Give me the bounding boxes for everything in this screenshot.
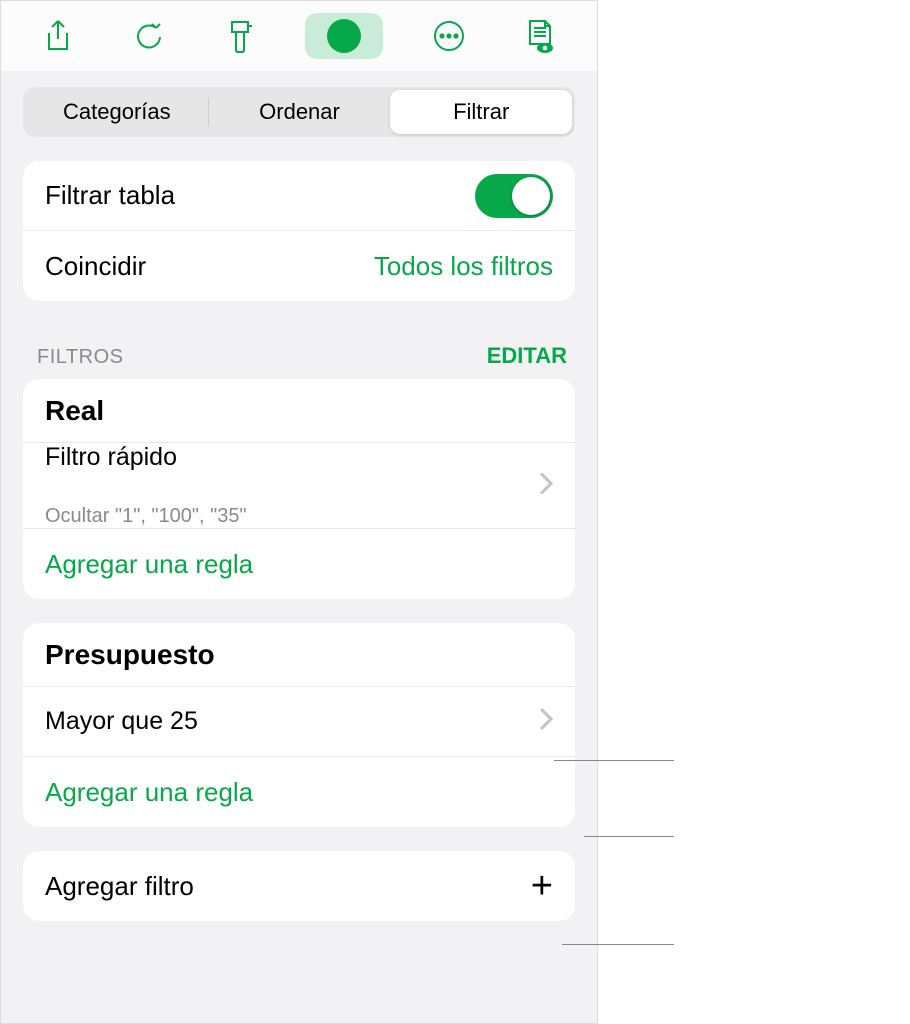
add-filter-row[interactable]: Agregar filtro + [23, 851, 575, 921]
brush-icon[interactable] [215, 11, 265, 61]
filter-table-toggle[interactable] [475, 174, 553, 218]
filter-group-real: Real Filtro rápido Ocultar "1", "100", "… [23, 379, 575, 599]
filters-section-header: FILTROS EDITAR [37, 343, 567, 369]
match-row[interactable]: Coincidir Todos los filtros [23, 231, 575, 301]
add-rule-real[interactable]: Agregar una regla [23, 529, 575, 599]
add-filter-card: Agregar filtro + [23, 851, 575, 921]
annotation-area [598, 0, 910, 1024]
rule-row[interactable]: Mayor que 25 [23, 687, 575, 757]
more-icon[interactable] [424, 11, 474, 61]
organize-icon[interactable] [305, 13, 383, 59]
chevron-right-icon [539, 707, 553, 736]
quick-filter-label: Filtro rápido [45, 443, 177, 503]
add-rule-label: Agregar una regla [45, 549, 253, 580]
add-filter-label: Agregar filtro [45, 871, 531, 902]
match-value: Todos los filtros [374, 251, 553, 282]
group-header-presupuesto: Presupuesto [23, 623, 575, 687]
tab-categories[interactable]: Categorías [26, 90, 208, 134]
add-rule-presupuesto[interactable]: Agregar una regla [23, 757, 575, 827]
filter-panel: Categorías Ordenar Filtrar Filtrar tabla… [0, 0, 598, 1024]
filter-group-presupuesto: Presupuesto Mayor que 25 Agregar una reg… [23, 623, 575, 827]
group-title: Presupuesto [45, 639, 553, 671]
quick-filter-detail: Ocultar "1", "100", "35" [45, 505, 247, 528]
document-view-icon[interactable] [515, 11, 565, 61]
filter-table-label: Filtrar tabla [45, 180, 475, 211]
group-title: Real [45, 395, 553, 427]
add-rule-label: Agregar una regla [45, 777, 253, 808]
share-icon[interactable] [33, 11, 83, 61]
quick-filter-row[interactable]: Filtro rápido Ocultar "1", "100", "35" [23, 443, 575, 529]
callout-line [584, 836, 674, 837]
segmented-control: Categorías Ordenar Filtrar [23, 87, 575, 137]
segmented-control-wrap: Categorías Ordenar Filtrar [1, 71, 597, 137]
chevron-right-icon [539, 471, 553, 500]
toolbar [1, 1, 597, 71]
tab-filter[interactable]: Filtrar [390, 90, 572, 134]
callout-line [562, 944, 674, 945]
edit-filters-button[interactable]: EDITAR [487, 343, 567, 369]
rule-label: Mayor que 25 [45, 707, 539, 736]
filters-section-title: FILTROS [37, 346, 123, 369]
group-header-real: Real [23, 379, 575, 443]
callout-line [554, 760, 674, 761]
filter-table-row: Filtrar tabla [23, 161, 575, 231]
tab-sort[interactable]: Ordenar [209, 90, 391, 134]
filter-settings-card: Filtrar tabla Coincidir Todos los filtro… [23, 161, 575, 301]
undo-icon[interactable] [124, 11, 174, 61]
match-label: Coincidir [45, 251, 374, 282]
